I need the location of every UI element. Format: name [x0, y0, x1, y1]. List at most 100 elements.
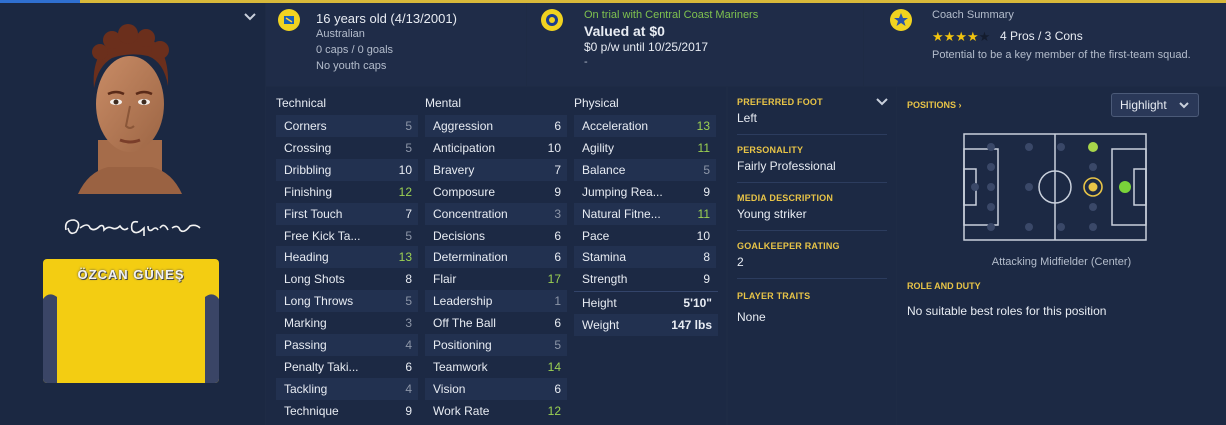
- player-traits-label: PLAYER TRAITS: [737, 291, 811, 301]
- attribute-value: 3: [554, 206, 561, 221]
- highlight-dropdown[interactable]: Highlight: [1111, 93, 1199, 117]
- divider: [737, 134, 887, 135]
- attribute-row[interactable]: Pace 10: [574, 225, 716, 247]
- personality-value: Fairly Professional: [737, 159, 836, 173]
- attribute-row[interactable]: First Touch 7: [276, 202, 418, 225]
- attribute-row[interactable]: Penalty Taki... 6: [276, 356, 418, 378]
- attribute-row[interactable]: Dribbling 10: [276, 158, 418, 181]
- attribute-row[interactable]: Crossing 5: [276, 137, 418, 159]
- player-shirt: ÖZCAN GÜNEŞ: [43, 259, 219, 383]
- divider: [737, 230, 887, 231]
- attribute-row[interactable]: Composure 9: [425, 181, 567, 203]
- attribute-label: First Touch: [284, 206, 343, 221]
- attribute-value: 6: [554, 228, 561, 243]
- attribute-label: Acceleration: [582, 119, 649, 133]
- attribute-row[interactable]: Free Kick Ta... 5: [276, 225, 418, 247]
- attribute-label: Leadership: [433, 294, 493, 309]
- attribute-label: Strength: [582, 272, 628, 287]
- attribute-label: Teamwork: [433, 359, 488, 374]
- chevron-down-icon: [1178, 99, 1190, 114]
- attribute-row[interactable]: Technique 9: [276, 400, 418, 422]
- attribute-value: 1: [554, 294, 561, 309]
- attribute-row[interactable]: Teamwork 14: [425, 356, 567, 378]
- attribute-row[interactable]: Leadership 1: [425, 290, 567, 313]
- attribute-row[interactable]: Off The Ball 6: [425, 312, 567, 334]
- attributes-panel: Technical Mental Physical Corners 5 Crossi…: [266, 87, 726, 425]
- attribute-value: 17: [547, 272, 561, 287]
- attribute-row[interactable]: Finishing 12: [276, 181, 418, 203]
- attribute-value: 12: [547, 403, 561, 418]
- attribute-label: Composure: [433, 184, 496, 199]
- attribute-row[interactable]: Bravery 7: [425, 158, 567, 181]
- wage-dash: -: [584, 56, 588, 68]
- position-name: Attacking Midfielder (Center): [991, 256, 1132, 268]
- attribute-row[interactable]: Agility 11: [574, 137, 716, 159]
- attribute-row[interactable]: Corners 5: [276, 115, 418, 137]
- attribute-value: 7: [405, 206, 412, 221]
- chevron-down-icon[interactable]: [243, 10, 257, 24]
- weight-value: 147 lbs: [671, 318, 712, 332]
- caps-text: 0 caps / 0 goals: [316, 44, 394, 56]
- attribute-label: Balance: [582, 162, 626, 177]
- attribute-row[interactable]: Tackling 4: [276, 377, 418, 400]
- attribute-label: Agility: [582, 140, 615, 155]
- media-description-label: MEDIA DESCRIPTION: [737, 193, 834, 203]
- chevron-right-icon: ›: [958, 100, 962, 110]
- attribute-label: Determination: [433, 250, 508, 265]
- attribute-label: Pace: [582, 228, 610, 243]
- weight-label: Weight: [582, 318, 620, 332]
- attribute-row[interactable]: Vision 6: [425, 377, 567, 400]
- coach-summary-panel[interactable]: Coach Summary ★★★★★ 4 Pros / 3 Cons Pote…: [864, 3, 1226, 86]
- attribute-value: 4: [405, 381, 412, 396]
- attribute-row[interactable]: Marking 3: [276, 312, 418, 334]
- attribute-value: 5: [405, 119, 412, 133]
- chevron-down-icon[interactable]: [875, 95, 889, 109]
- attribute-row[interactable]: Positioning 5: [425, 334, 567, 356]
- attribute-row[interactable]: Acceleration 13: [574, 115, 716, 137]
- attribute-row[interactable]: Aggression 6: [425, 115, 567, 137]
- star-rating: ★★★★★: [932, 28, 990, 44]
- star-icon: ★: [943, 29, 956, 44]
- preferred-foot-value: Left: [737, 111, 758, 125]
- attribute-label: Crossing: [284, 140, 332, 155]
- attribute-value: 11: [697, 206, 710, 221]
- attribute-row[interactable]: Long Shots 8: [276, 268, 418, 290]
- attribute-row[interactable]: Natural Fitne... 11: [574, 202, 716, 225]
- divider: [737, 278, 887, 279]
- attribute-row[interactable]: Passing 4: [276, 334, 418, 356]
- attribute-row[interactable]: Jumping Rea... 9: [574, 181, 716, 203]
- shirt-name: ÖZCAN GÜNEŞ: [77, 267, 185, 282]
- media-description-value: Young striker: [737, 207, 807, 221]
- attribute-label: Free Kick Ta...: [284, 228, 361, 243]
- attribute-label: Stamina: [582, 250, 627, 265]
- info-panel: PREFERRED FOOT Left PERSONALITY Fairly P…: [728, 87, 896, 425]
- attribute-value: 13: [696, 119, 710, 133]
- attribute-row[interactable]: Decisions 6: [425, 225, 567, 247]
- attribute-value: 13: [398, 250, 412, 265]
- attribute-row[interactable]: Concentration 3: [425, 202, 567, 225]
- attribute-row[interactable]: Strength 9: [574, 268, 716, 290]
- attribute-label: Tackling: [284, 381, 328, 396]
- attribute-row[interactable]: Anticipation 10: [425, 137, 567, 159]
- attribute-row[interactable]: Heading 13: [276, 246, 418, 269]
- pitch-diagram: [963, 133, 1147, 246]
- attribute-row[interactable]: Stamina 8: [574, 246, 716, 269]
- attribute-row[interactable]: Flair 17: [425, 268, 567, 290]
- attribute-row[interactable]: Determination 6: [425, 246, 567, 269]
- nationality-text: Australian: [316, 28, 365, 40]
- attribute-value: 8: [703, 250, 710, 265]
- attribute-row[interactable]: Work Rate 12: [425, 400, 567, 422]
- attribute-row[interactable]: Balance 5: [574, 158, 716, 181]
- player-traits-value: None: [737, 310, 766, 324]
- attribute-value: 5: [554, 338, 561, 352]
- attribute-value: 6: [554, 119, 561, 133]
- attribute-label: Vision: [433, 381, 466, 396]
- positions-link[interactable]: POSITIONS ›: [907, 100, 962, 110]
- attribute-value: 6: [554, 316, 561, 331]
- attribute-label: Concentration: [433, 206, 508, 221]
- personality-label: PERSONALITY: [737, 145, 804, 155]
- potential-text: Potential to be a key member of the firs…: [932, 49, 1191, 61]
- attribute-value: 10: [398, 162, 412, 177]
- attribute-label: Bravery: [433, 162, 475, 177]
- attribute-row[interactable]: Long Throws 5: [276, 290, 418, 313]
